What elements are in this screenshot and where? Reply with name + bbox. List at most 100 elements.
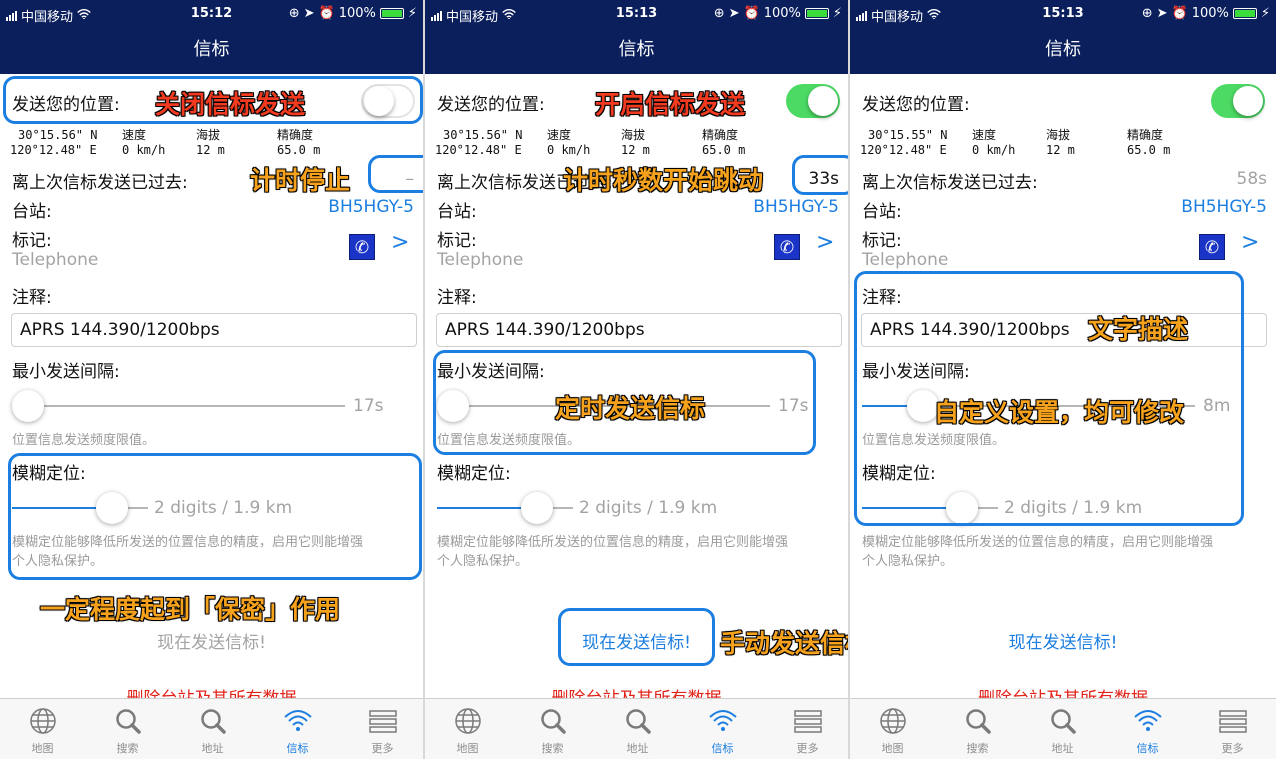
alarm-icon: ⏰ — [1171, 6, 1188, 21]
alarm-icon: ⏰ — [318, 6, 335, 21]
tab-bar: 地图 搜索 地址 信标 更多 — [425, 698, 848, 759]
tab-更多[interactable]: 更多 — [340, 699, 423, 759]
ambiguity-hint-line1: 模糊定位能够降低所发送的位置信息的精度，启用它则能增强 — [862, 535, 1214, 550]
station-label: 台站: — [12, 202, 52, 222]
longitude: 120°12.48" E — [860, 143, 947, 157]
location-arrow-icon: ➤ — [1156, 6, 1168, 21]
tab-信标[interactable]: 信标 — [1105, 699, 1190, 759]
tab-地图[interactable]: 地图 — [0, 699, 85, 759]
telephone-symbol-icon[interactable]: ✆ — [1199, 234, 1225, 260]
list-icon — [793, 707, 823, 735]
location-arrow-icon: ➤ — [728, 6, 740, 21]
tab-label: 搜索 — [116, 742, 139, 755]
station-label: 台站: — [862, 202, 902, 222]
rotation-lock-icon: ⊕ — [1141, 6, 1153, 21]
tab-地址[interactable]: 地址 — [1020, 699, 1105, 759]
symbol-label: 标记: — [862, 231, 902, 251]
min-interval-label: 最小发送间隔: — [12, 362, 120, 382]
comment-label: 注释: — [12, 288, 52, 308]
battery-icon — [379, 8, 404, 19]
nav-title: 信标 — [850, 28, 1276, 74]
search-icon — [198, 707, 228, 735]
status-bar: 中国移动 15:13 ⊕ ➤ ⏰ 100% ⚡ — [425, 0, 848, 28]
symbol-name: Telephone — [862, 250, 949, 270]
send-now-button[interactable]: 现在发送信标! — [0, 628, 423, 653]
tab-搜索[interactable]: 搜索 — [510, 699, 595, 759]
tab-label: 信标 — [286, 742, 309, 755]
annotation-beacon-on: 开启信标发送 — [594, 90, 746, 120]
station-callsign[interactable]: BH5HGY-5 — [753, 197, 839, 217]
latitude: 30°15.56" N — [443, 128, 523, 142]
send-position-label: 发送您的位置: — [437, 95, 545, 115]
search-icon — [963, 707, 993, 735]
send-position-toggle[interactable] — [786, 84, 840, 118]
chevron-right-icon[interactable]: > — [391, 230, 409, 255]
accuracy-label: 精确度 — [1127, 128, 1164, 142]
station-label: 台站: — [437, 202, 477, 222]
tab-信标[interactable]: 信标 — [680, 699, 765, 759]
tab-地址[interactable]: 地址 — [595, 699, 680, 759]
charging-icon: ⚡ — [832, 6, 842, 21]
tab-搜索[interactable]: 搜索 — [935, 699, 1020, 759]
wifi-icon — [708, 707, 738, 735]
ambiguity-label: 模糊定位: — [437, 464, 511, 484]
beacon-screen-2: 中国移动 15:13 ⊕ ➤ ⏰ 100% ⚡ 信标 发送您的位置: 30°15.56" N 120… — [425, 0, 850, 759]
charging-icon: ⚡ — [1260, 6, 1270, 21]
tab-label: 更多 — [371, 742, 394, 755]
tab-label: 搜索 — [541, 742, 564, 755]
station-callsign[interactable]: BH5HGY-5 — [328, 197, 414, 217]
ambiguity-hint-line2: 个人隐私保护。 — [862, 554, 954, 569]
wifi-icon — [283, 707, 313, 735]
tab-地图[interactable]: 地图 — [425, 699, 510, 759]
comment-input[interactable]: APRS 144.390/1200bps — [11, 313, 417, 347]
tab-label: 更多 — [796, 742, 819, 755]
tab-地图[interactable]: 地图 — [850, 699, 935, 759]
symbol-label: 标记: — [437, 231, 477, 251]
tab-信标[interactable]: 信标 — [255, 699, 340, 759]
longitude: 120°12.48" E — [435, 143, 522, 157]
latitude: 30°15.56" N — [18, 128, 98, 142]
accuracy-value: 65.0 m — [277, 143, 321, 157]
highlight-ambiguity — [8, 453, 422, 580]
toggle-knob — [1233, 86, 1263, 116]
altitude-label: 海拔 — [196, 128, 221, 142]
tab-label: 信标 — [711, 742, 734, 755]
list-icon — [1218, 707, 1248, 735]
accuracy-value: 65.0 m — [702, 143, 746, 157]
comment-input[interactable]: APRS 144.390/1200bps — [436, 313, 842, 347]
tab-bar: 地图 搜索 地址 信标 更多 — [0, 698, 423, 759]
since-last-label: 离上次信标发送已过去: — [12, 173, 188, 193]
annotation-timer-running: 计时秒数开始跳动 — [562, 166, 764, 196]
latitude: 30°15.55" N — [868, 128, 948, 142]
accuracy-label: 精确度 — [277, 128, 314, 142]
highlight-elapsed — [792, 155, 848, 195]
tab-更多[interactable]: 更多 — [1190, 699, 1275, 759]
tab-地址[interactable]: 地址 — [170, 699, 255, 759]
tab-label: 地址 — [201, 742, 224, 755]
station-callsign[interactable]: BH5HGY-5 — [1181, 197, 1267, 217]
send-position-label: 发送您的位置: — [862, 95, 970, 115]
telephone-symbol-icon[interactable]: ✆ — [349, 234, 375, 260]
tab-更多[interactable]: 更多 — [765, 699, 848, 759]
chevron-right-icon[interactable]: > — [1241, 230, 1259, 255]
interval-slider-thumb[interactable] — [12, 390, 44, 422]
send-now-button[interactable]: 现在发送信标! — [850, 628, 1276, 653]
ambiguity-slider-thumb[interactable] — [521, 492, 553, 524]
interval-slider-track — [12, 405, 345, 407]
nav-title: 信标 — [0, 28, 423, 74]
since-last-label: 离上次信标发送已过去: — [862, 173, 1038, 193]
tab-搜索[interactable]: 搜索 — [85, 699, 170, 759]
beacon-screen-1: 中国移动 15:12 ⊕ ➤ ⏰ 100% ⚡ 信标 发送您的位置: 30°15.56" N 120… — [0, 0, 425, 759]
send-position-toggle[interactable] — [1211, 84, 1265, 118]
speed-value: 0 km/h — [972, 143, 1016, 157]
symbol-name: Telephone — [12, 250, 99, 270]
comparison-screenshots: 中国移动 15:12 ⊕ ➤ ⏰ 100% ⚡ 信标 发送您的位置: 30°15.56" N 120… — [0, 0, 1280, 759]
highlight-elapsed — [368, 155, 423, 193]
telephone-symbol-icon[interactable]: ✆ — [774, 234, 800, 260]
chevron-right-icon[interactable]: > — [816, 230, 834, 255]
tab-label: 更多 — [1221, 742, 1244, 755]
interval-value: 17s — [353, 396, 384, 416]
annotation-manual: 手动发送信标 — [719, 629, 848, 659]
altitude-value: 12 m — [196, 143, 225, 157]
search-icon — [538, 707, 568, 735]
